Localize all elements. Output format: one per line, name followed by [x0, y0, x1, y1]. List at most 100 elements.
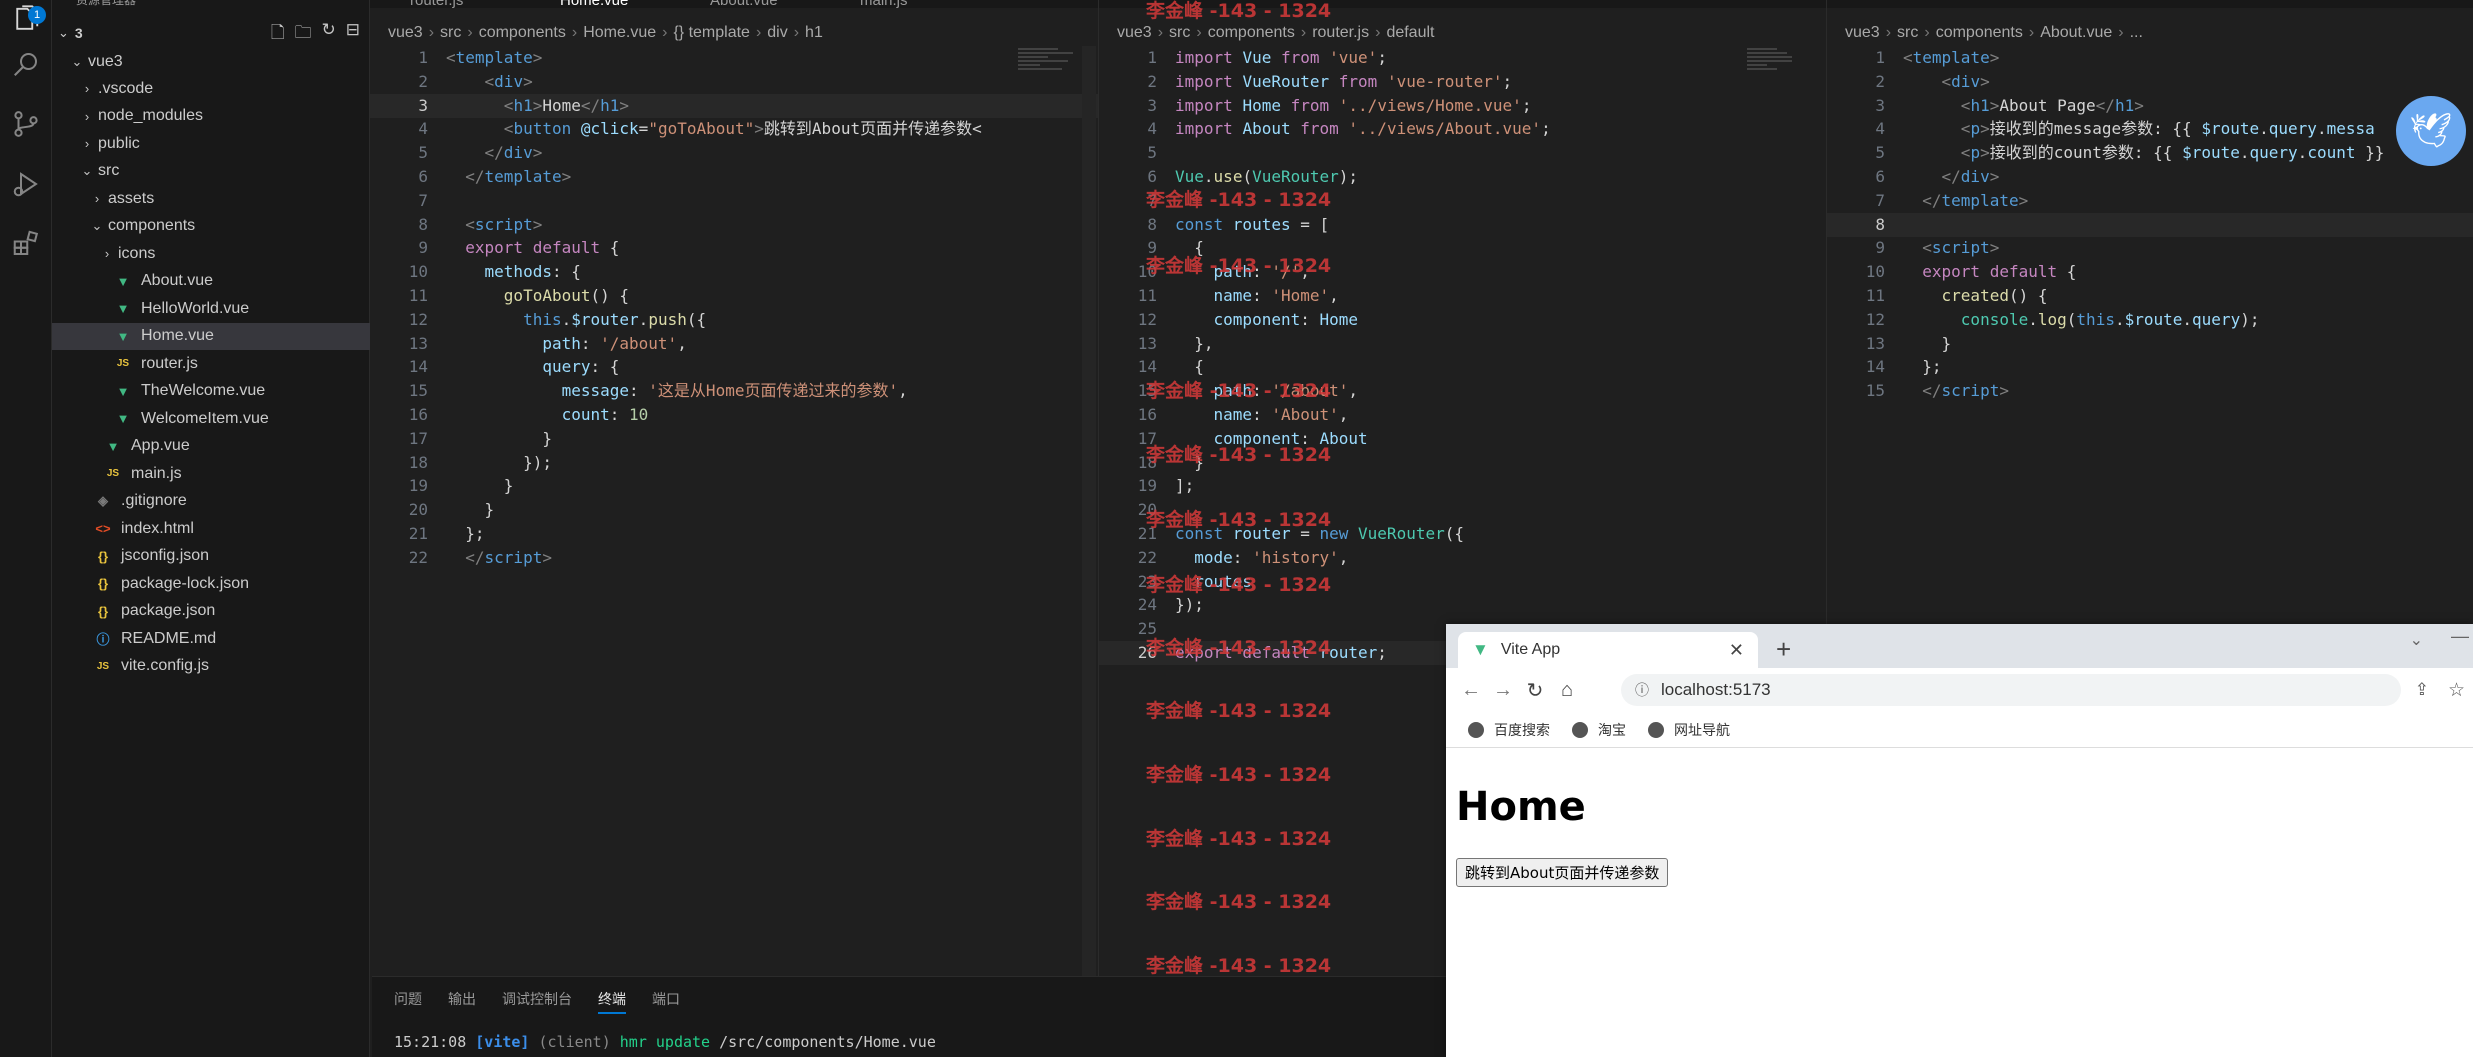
code-token: VueRouter: [1242, 71, 1339, 91]
code-token: script: [1941, 381, 2000, 401]
panel-tab-0[interactable]: 问题: [394, 989, 422, 1014]
tree-item-index-html[interactable]: <> index.html: [52, 515, 370, 542]
tab-main-js[interactable]: main.js: [860, 0, 908, 8]
site-info-icon[interactable]: ⓘ: [1635, 680, 1649, 700]
breadcrumb-item-3[interactable]: Home.vue: [583, 24, 656, 42]
new-tab-button[interactable]: +: [1776, 634, 1791, 665]
breadcrumb-item-2[interactable]: components: [1936, 24, 2023, 42]
code-token: (: [2066, 309, 2077, 329]
tab-router-js[interactable]: router.js: [410, 0, 463, 8]
bookmark-item[interactable]: 淘宝: [1572, 720, 1626, 740]
code-token: <: [1922, 238, 1932, 258]
breadcrumb-item-6[interactable]: h1: [805, 24, 823, 42]
line-number: 7: [1875, 190, 1885, 210]
panel-tab-3[interactable]: 终端: [598, 989, 626, 1014]
tree-item-about-vue[interactable]: ▼ About.vue: [52, 268, 370, 295]
forward-icon[interactable]: →: [1488, 679, 1518, 702]
breadcrumb-item-4[interactable]: ...: [2130, 24, 2143, 42]
breadcrumb-item-0[interactable]: vue3: [388, 24, 423, 42]
code-token: <: [446, 48, 456, 67]
line-number: 11: [1865, 286, 1885, 305]
explorer-sidebar: 资源管理器 ⌄ 3 🗋 🗀 ↻ ⊟ ⌄ vue3 › .vscode › node_mod…: [52, 0, 370, 1057]
breadcrumb-separator: ›: [467, 24, 473, 41]
tree-item-vscode[interactable]: › .vscode: [52, 75, 370, 102]
tree-item-thewelcome-vue[interactable]: ▼ TheWelcome.vue: [52, 378, 370, 405]
tree-item-package-lock-json[interactable]: {} package-lock.json: [52, 570, 370, 597]
collapse-all-icon[interactable]: ⊟: [346, 20, 360, 49]
tab-home-vue[interactable]: Home.vue: [560, 0, 628, 8]
new-file-icon[interactable]: 🗋: [271, 20, 285, 49]
home-icon[interactable]: ⌂: [1552, 679, 1582, 702]
run-debug-icon[interactable]: [6, 164, 46, 204]
panel-tab-2[interactable]: 调试控制台: [502, 989, 572, 1014]
tree-item-package-json[interactable]: {} package.json: [52, 598, 370, 625]
breadcrumb-item-1[interactable]: src: [1897, 24, 1918, 42]
floating-assistant-icon[interactable]: 🕊: [2396, 96, 2466, 166]
tree-item-jsconfig-json[interactable]: {} jsconfig.json: [52, 543, 370, 570]
tab-search-icon[interactable]: ⌄: [2410, 630, 2423, 650]
tree-item-node-modules[interactable]: › node_modules: [52, 103, 370, 130]
code-token: created: [1941, 286, 2009, 305]
scrollbar[interactable]: [1082, 46, 1096, 976]
explorer-icon[interactable]: 1: [6, 0, 46, 40]
breadcrumb-item-4[interactable]: default: [1386, 24, 1434, 42]
tree-item-helloworld-vue[interactable]: ▼ HelloWorld.vue: [52, 295, 370, 322]
search-icon[interactable]: [6, 44, 46, 84]
share-icon[interactable]: ⇪: [2415, 680, 2429, 700]
address-bar[interactable]: ⓘ localhost:5173: [1621, 674, 2401, 706]
tree-item-public[interactable]: › public: [52, 130, 370, 157]
tree-item-icons[interactable]: › icons: [52, 240, 370, 267]
tab-about-vue[interactable]: About.vue: [710, 0, 778, 8]
breadcrumb-item-3[interactable]: router.js: [1312, 24, 1369, 42]
tree-item-vite-config-js[interactable]: JS vite.config.js: [52, 653, 370, 680]
tree-item-main-js[interactable]: JS main.js: [52, 460, 370, 487]
refresh-icon[interactable]: ↻: [322, 20, 336, 49]
breadcrumb-item-0[interactable]: vue3: [1117, 24, 1152, 42]
source-control-icon[interactable]: [6, 104, 46, 144]
breadcrumb-item-2[interactable]: components: [1208, 24, 1295, 42]
bookmark-star-icon[interactable]: ☆: [2448, 679, 2465, 702]
breadcrumb-item-0[interactable]: vue3: [1845, 24, 1880, 42]
code-line: 3 <h1>Home</h1>: [370, 93, 1098, 118]
close-tab-icon[interactable]: ✕: [1729, 640, 1744, 661]
tree-item-label: package-lock.json: [121, 574, 250, 592]
tree-item-app-vue[interactable]: ▼ App.vue: [52, 433, 370, 460]
back-icon[interactable]: ←: [1456, 679, 1486, 702]
tree-item-src[interactable]: ⌄ src: [52, 158, 370, 185]
new-folder-icon[interactable]: 🗀: [295, 20, 312, 49]
tree-item-gitignore[interactable]: ◈ .gitignore: [52, 488, 370, 515]
code-line: 14 query: {: [370, 355, 1098, 379]
tree-item-welcomeitem-vue[interactable]: ▼ WelcomeItem.vue: [52, 405, 370, 432]
editor-home-vue[interactable]: router.js Home.vue About.vue main.js vue…: [370, 0, 1098, 1057]
breadcrumb-item-1[interactable]: src: [1169, 24, 1190, 42]
bookmark-item[interactable]: 网址导航: [1648, 720, 1730, 740]
breadcrumb-separator: ›: [2028, 24, 2035, 41]
code-text: ];: [1175, 474, 1194, 498]
tree-item-home-vue[interactable]: ▼ Home.vue: [52, 322, 370, 350]
code-line: 10 methods: {: [370, 260, 1098, 284]
tree-item-components[interactable]: ⌄ components: [52, 213, 370, 240]
tree-item-readme-md[interactable]: ⓘ README.md: [52, 625, 370, 652]
reload-icon[interactable]: ↻: [1520, 678, 1550, 703]
breadcrumb-item-3[interactable]: About.vue: [2040, 24, 2112, 42]
code-token: count: [561, 405, 610, 424]
breadcrumb-item-2[interactable]: components: [479, 24, 566, 42]
breadcrumb-item-4[interactable]: {} template: [673, 24, 750, 42]
line-number: 3: [1147, 95, 1157, 115]
panel-tab-4[interactable]: 端口: [652, 989, 680, 1014]
tree-item-assets[interactable]: › assets: [52, 185, 370, 212]
tree-item-vue3[interactable]: ⌄ vue3: [52, 48, 370, 75]
go-to-about-button[interactable]: 跳转到About页面并传递参数: [1456, 858, 1669, 887]
bookmark-item[interactable]: 百度搜索: [1468, 720, 1550, 740]
code-line: 6 </template>: [370, 165, 1098, 189]
workspace-header[interactable]: ⌄ 3 🗋 🗀 ↻ ⊟: [52, 20, 370, 46]
panel-tab-1[interactable]: 输出: [448, 989, 476, 1014]
minimize-icon[interactable]: —: [2451, 626, 2469, 647]
extensions-icon[interactable]: [6, 224, 46, 264]
browser-tab[interactable]: ▼ Vite App ✕: [1458, 632, 1758, 668]
breadcrumb-item-1[interactable]: src: [440, 24, 461, 42]
tree-item-router-js[interactable]: JS router.js: [52, 350, 370, 377]
breadcrumb-item-5[interactable]: div: [767, 24, 787, 42]
